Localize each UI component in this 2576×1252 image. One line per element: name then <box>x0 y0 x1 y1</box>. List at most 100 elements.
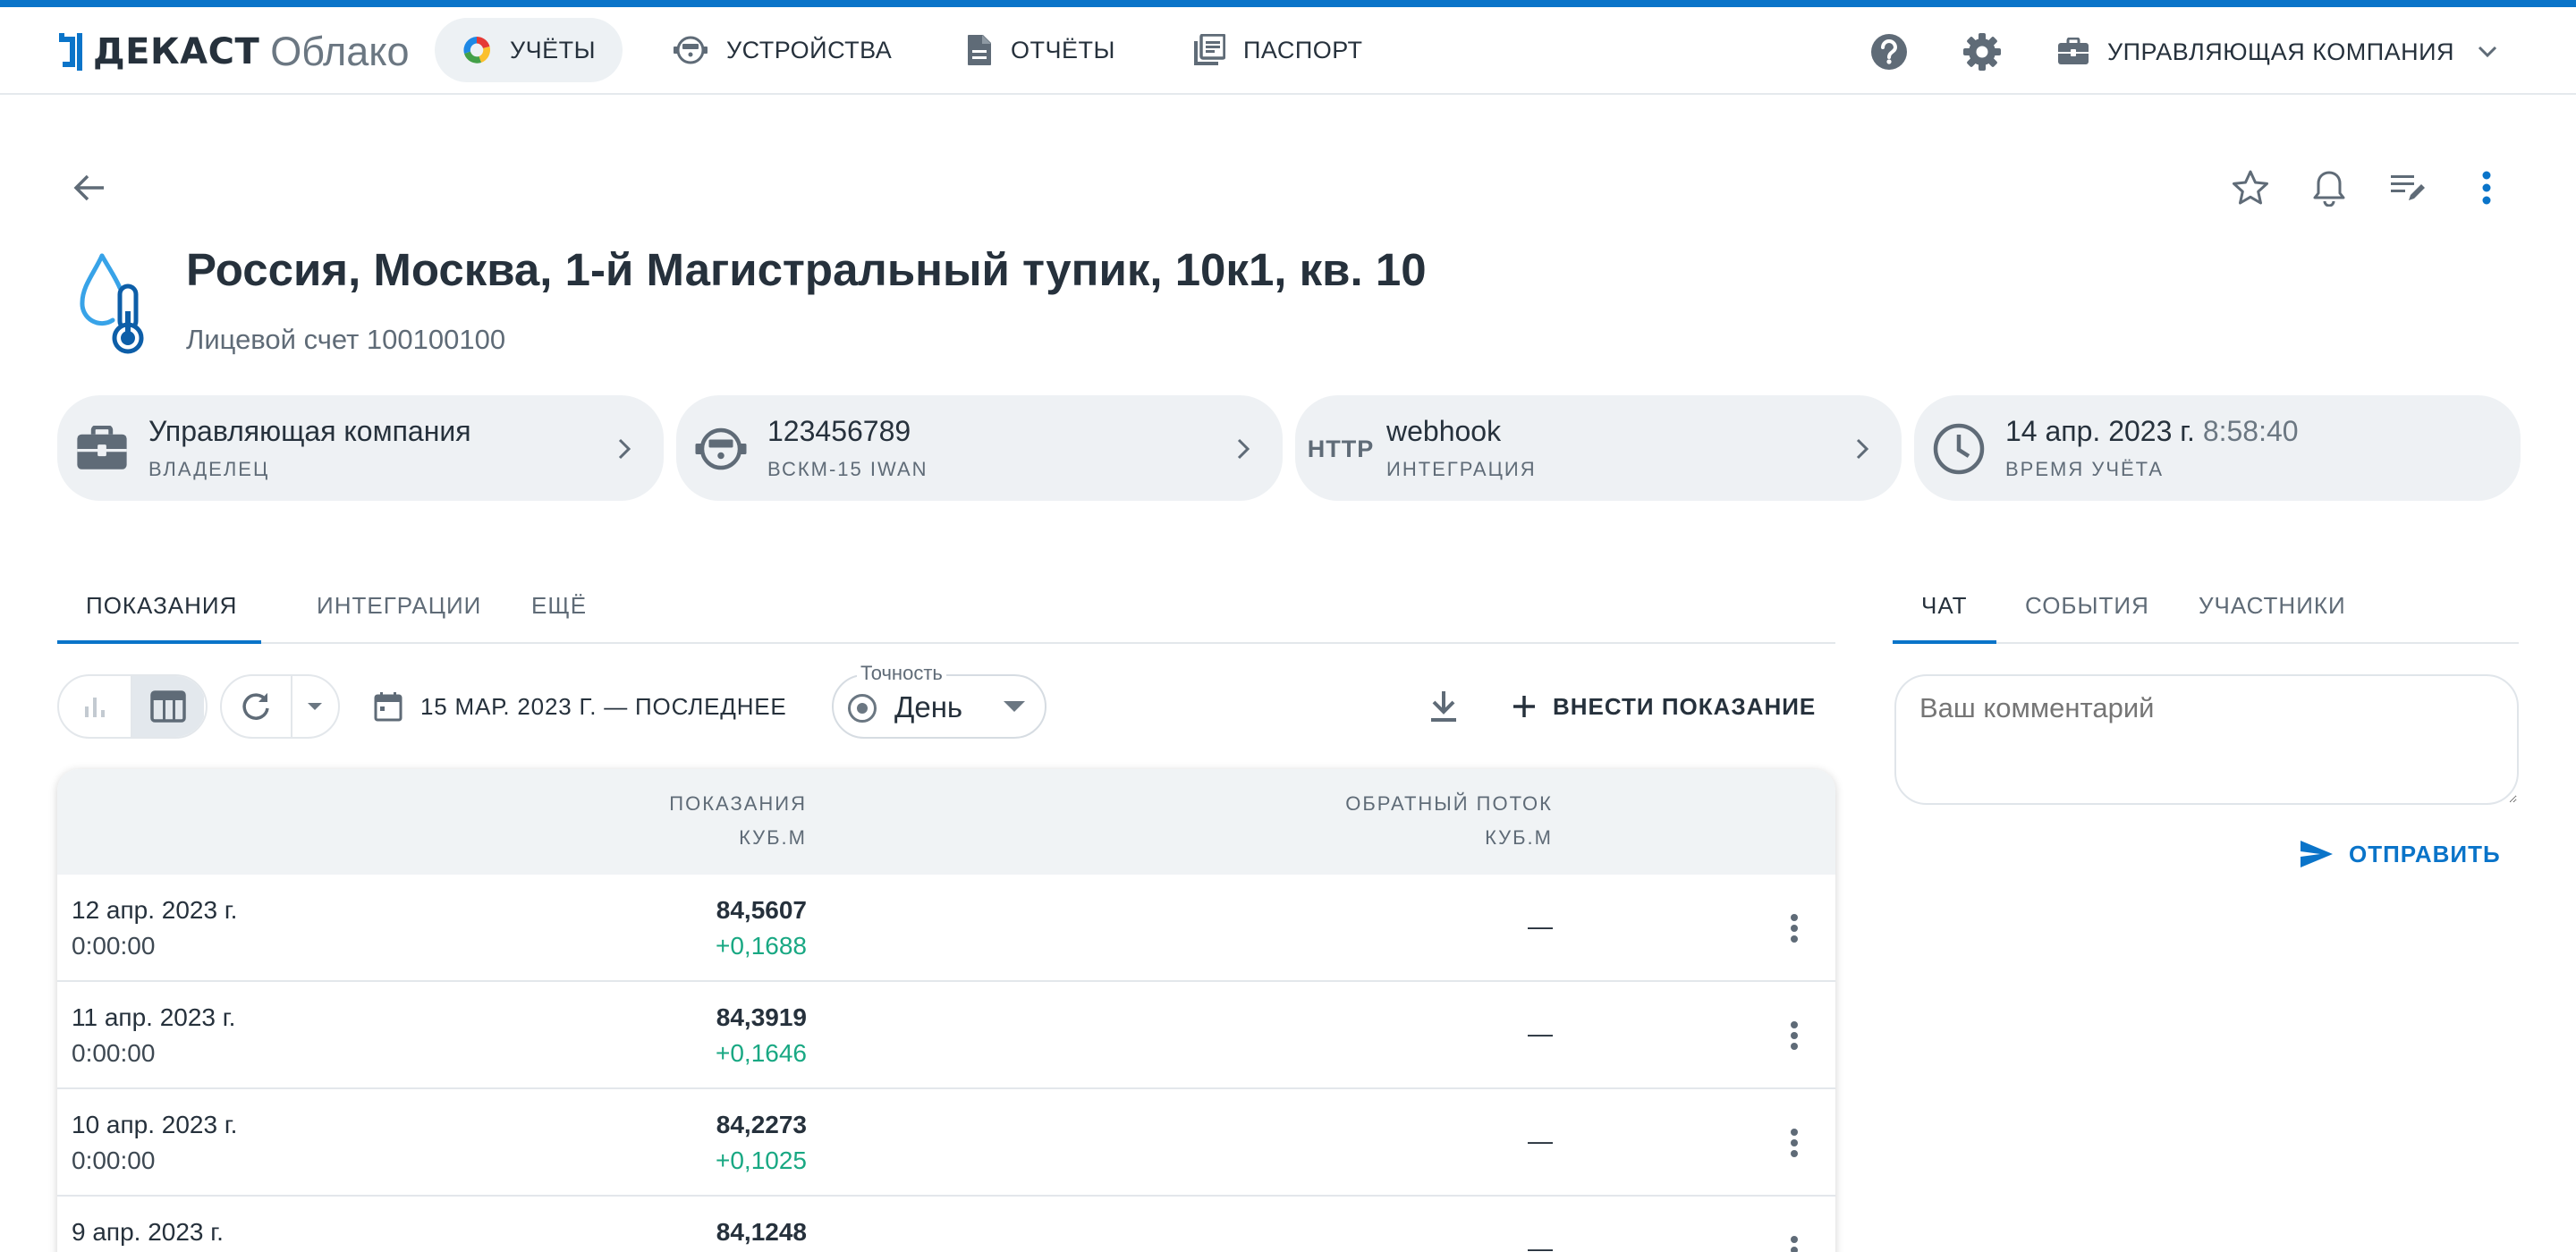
row-value: 84,2273 <box>716 1111 807 1138</box>
readings-table: ПОКАЗАНИЯ КУБ.М ОБРАТНЫЙ ПОТОК КУБ.М 12 … <box>57 769 1835 1252</box>
company-menu-label: УПРАВЛЯЮЩАЯ КОМПАНИЯ <box>2107 38 2455 65</box>
send-label: ОТПРАВИТЬ <box>2349 840 2501 867</box>
add-reading-button[interactable]: ВНЕСТИ ПОКАЗАНИЕ <box>1512 674 1816 739</box>
company-menu[interactable]: УПРАВЛЯЮЩАЯ КОМПАНИЯ <box>2057 25 2497 79</box>
top-accent-bar <box>0 0 2576 7</box>
library-icon <box>1194 34 1225 65</box>
nav-devices-label: УСТРОЙСТВА <box>726 36 893 63</box>
caret-down-icon <box>308 703 323 710</box>
row-more-icon[interactable] <box>1773 907 1816 950</box>
comment-input[interactable] <box>1894 674 2519 805</box>
meter-device-icon <box>674 36 708 64</box>
view-toggle <box>57 674 208 739</box>
table-view-button[interactable] <box>132 676 204 737</box>
chevron-right-icon <box>1225 431 1261 467</box>
row-delta: +0,1646 <box>716 1039 807 1067</box>
row-date: 12 апр. 2023 г. <box>72 896 238 924</box>
active-side-tab-indicator <box>1893 640 1996 644</box>
column-reverse-unit: КУБ.М <box>1485 826 1553 849</box>
owner-chip[interactable]: Управляющая компания ВЛАДЕЛЕЦ <box>57 395 664 501</box>
logo-brand: ДЕКАСТ <box>93 31 260 72</box>
precision-value: День <box>894 690 963 723</box>
row-time: 0:00:00 <box>72 1039 156 1067</box>
edit-notes-icon[interactable] <box>2381 161 2435 215</box>
chevron-right-icon <box>1844 431 1880 467</box>
device-serial: 123456789 <box>767 415 911 447</box>
nav-accounts-label: УЧЁТЫ <box>510 36 597 63</box>
row-value: 84,3919 <box>716 1003 807 1031</box>
tab-events[interactable]: СОБЫТИЯ <box>1996 567 2178 644</box>
app-header: ДЕКАСТ Облако УЧЁТЫ УСТРОЙСТВА ОТЧЁТЫ ПА… <box>0 7 2576 95</box>
logo[interactable]: ДЕКАСТ Облако <box>57 27 410 77</box>
tab-readings[interactable]: ПОКАЗАНИЯ <box>57 567 266 644</box>
date-range-label: 15 МАР. 2023 Г. — ПОСЛЕДНЕЕ <box>420 692 787 720</box>
row-reverse-flow: — <box>1528 1127 1553 1155</box>
logo-product: Облако <box>270 29 410 74</box>
page-title: Россия, Москва, 1-й Магистральный тупик,… <box>186 244 1427 295</box>
accounting-time: 8:58:40 <box>2202 415 2299 447</box>
tab-chat[interactable]: ЧАТ <box>1893 567 1996 644</box>
row-reverse-flow: — <box>1528 1019 1553 1047</box>
tab-integrations[interactable]: ИНТЕГРАЦИИ <box>288 567 510 644</box>
nav-accounts[interactable]: УЧЁТЫ <box>435 18 623 82</box>
owner-label: ВЛАДЕЛЕЦ <box>148 458 270 480</box>
send-icon <box>2301 841 2333 867</box>
row-reverse-flow: — <box>1528 912 1553 940</box>
date-range-button[interactable]: 15 МАР. 2023 Г. — ПОСЛЕДНЕЕ <box>374 674 787 739</box>
nav-passport[interactable]: ПАСПОРТ <box>1166 18 1390 82</box>
briefcase-icon <box>75 422 129 476</box>
row-more-icon[interactable] <box>1773 1121 1816 1164</box>
http-icon: HTTP <box>1307 435 1375 462</box>
precision-select[interactable]: Точность День <box>832 662 1046 739</box>
precision-radio-icon <box>848 694 877 723</box>
meter-device-icon <box>694 422 748 476</box>
table-icon <box>150 690 186 723</box>
row-reverse-flow: — <box>1528 1234 1553 1252</box>
clock-icon <box>1932 422 1986 476</box>
nav-reports[interactable]: ОТЧЁТЫ <box>939 18 1142 82</box>
send-button[interactable]: ОТПРАВИТЬ <box>2299 832 2501 876</box>
table-row: 10 апр. 2023 г. 0:00:00 84,2273 +0,1025 … <box>57 1089 1835 1197</box>
plus-icon <box>1513 696 1535 717</box>
more-vert-icon[interactable] <box>2460 161 2513 215</box>
bell-icon[interactable] <box>2302 161 2356 215</box>
refresh-control <box>220 674 340 739</box>
refresh-button[interactable] <box>222 676 291 737</box>
row-time: 0:00:00 <box>72 932 156 960</box>
table-row: 9 апр. 2023 г. 84,1248 — <box>57 1197 1835 1252</box>
settings-gear-icon[interactable] <box>1962 32 2002 72</box>
back-arrow-icon[interactable] <box>64 163 114 213</box>
download-icon[interactable] <box>1419 681 1469 732</box>
star-icon[interactable] <box>2224 161 2277 215</box>
column-readings-unit: КУБ.М <box>739 826 807 849</box>
help-icon[interactable] <box>1869 32 1909 72</box>
owner-name: Управляющая компания <box>148 415 471 447</box>
accounting-date: 14 апр. 2023 г. <box>2005 415 2195 447</box>
tab-more[interactable]: ЕЩЁ <box>503 567 615 644</box>
device-chip[interactable]: 123456789 ВСКМ-15 IWAN <box>676 395 1283 501</box>
integration-name: webhook <box>1386 415 1502 447</box>
calendar-icon <box>374 692 402 722</box>
row-more-icon[interactable] <box>1773 1229 1816 1252</box>
table-header: ПОКАЗАНИЯ КУБ.М ОБРАТНЫЙ ПОТОК КУБ.М <box>57 769 1835 875</box>
accounting-time-chip: 14 апр. 2023 г. 8:58:40 ВРЕМЯ УЧЁТА <box>1914 395 2521 501</box>
tab-participants[interactable]: УЧАСТНИКИ <box>2170 567 2375 644</box>
nav-reports-label: ОТЧЁТЫ <box>1011 36 1115 63</box>
add-reading-label: ВНЕСТИ ПОКАЗАНИЕ <box>1553 692 1817 720</box>
row-more-icon[interactable] <box>1773 1014 1816 1057</box>
chart-view-button[interactable] <box>59 676 131 737</box>
row-time: 0:00:00 <box>72 1146 156 1174</box>
integration-chip[interactable]: HTTP webhook ИНТЕГРАЦИЯ <box>1295 395 1902 501</box>
chevron-down-icon <box>2478 46 2497 58</box>
integration-label: ИНТЕГРАЦИЯ <box>1386 458 1537 480</box>
refresh-interval-dropdown[interactable] <box>292 676 338 737</box>
nav-devices[interactable]: УСТРОЙСТВА <box>646 18 919 82</box>
accounting-time-label: ВРЕМЯ УЧЁТА <box>2005 458 2165 480</box>
row-date: 10 апр. 2023 г. <box>72 1111 238 1138</box>
row-value: 84,1248 <box>716 1218 807 1246</box>
table-row: 11 апр. 2023 г. 0:00:00 84,3919 +0,1646 … <box>57 982 1835 1089</box>
side-tabs: ЧАТ СОБЫТИЯ УЧАСТНИКИ <box>1893 567 2519 644</box>
caret-down-icon <box>1004 701 1025 712</box>
chevron-right-icon <box>606 431 642 467</box>
logo-icon <box>59 33 82 71</box>
